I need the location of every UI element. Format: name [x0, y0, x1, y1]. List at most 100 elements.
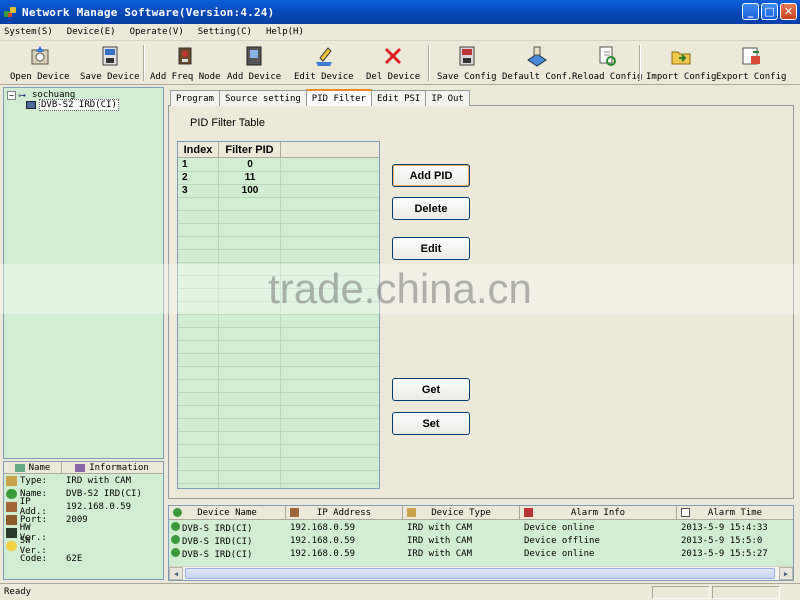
table-row[interactable]: 2 11	[178, 172, 281, 185]
device-tree: − ⊶ sochuang DVB-S2 IRD(CI)	[3, 87, 164, 459]
add-pid-button[interactable]: Add PID	[392, 164, 470, 187]
info-information-header[interactable]: Information	[62, 462, 162, 474]
status-text: Ready	[4, 587, 32, 597]
info-row-ip: IP Add.: 192.168.0.59	[6, 497, 131, 517]
filter-pid-column-header[interactable]: Filter PID	[219, 142, 281, 158]
info-row-code: Code: 62E	[20, 553, 83, 564]
device-name-header[interactable]: Device Name	[169, 506, 286, 520]
grid-line	[178, 353, 379, 354]
menu-bar: System(S) Device(E) Operate(V) Setting(C…	[0, 24, 800, 41]
edit-device-button[interactable]: Edit Device	[294, 43, 354, 83]
tree-device-node[interactable]: DVB-S2 IRD(CI)	[26, 99, 119, 111]
open-device-icon	[27, 43, 53, 69]
grid-line	[178, 444, 379, 445]
ip-address-header[interactable]: IP Address	[286, 506, 403, 520]
info-row-type: Type: IRD with CAM	[6, 474, 131, 487]
info-row-sw-version: SW Ver.:	[6, 536, 66, 556]
tab-ip-out[interactable]: IP Out	[425, 90, 470, 106]
tab-edit-psi[interactable]: Edit PSI	[370, 90, 427, 106]
grid-line	[178, 418, 379, 419]
grid-line	[178, 210, 379, 211]
close-button[interactable]: ✕	[780, 3, 797, 20]
scrollbar-thumb[interactable]	[185, 568, 775, 579]
import-config-button[interactable]: Import Config	[646, 43, 716, 83]
grid-line	[178, 457, 379, 458]
grid-line	[178, 340, 379, 341]
menu-operate[interactable]: Operate(V)	[130, 27, 184, 37]
set-button[interactable]: Set	[392, 412, 470, 435]
device-type-header[interactable]: Device Type	[403, 506, 520, 520]
delete-button[interactable]: Delete	[392, 197, 470, 220]
default-config-button[interactable]: Default Conf.	[502, 43, 572, 83]
grid-line	[178, 366, 379, 367]
alarm-info-header[interactable]: Alarm Info	[520, 506, 677, 520]
grid-line	[178, 301, 379, 302]
add-device-button[interactable]: Add Device	[227, 43, 281, 83]
list-item[interactable]: DVB-S IRD(CI) 192.168.0.59 IRD with CAM …	[169, 547, 793, 560]
export-config-button[interactable]: Export Config	[716, 43, 786, 83]
grid-line	[178, 223, 379, 224]
device-node-icon	[26, 101, 36, 109]
add-freq-node-button[interactable]: Add Freq Node	[150, 43, 220, 83]
minimize-button[interactable]: _	[742, 3, 759, 20]
table-row[interactable]: 3 100	[178, 185, 281, 198]
grid-line	[178, 405, 379, 406]
grid-line	[178, 288, 379, 289]
horizontal-scrollbar[interactable]: ◀ ▶	[169, 566, 793, 580]
scroll-right-button[interactable]: ▶	[779, 567, 793, 580]
pid-filter-table[interactable]: Index Filter PID 1 0 2 11 3 100	[177, 141, 380, 489]
ip-address-icon	[6, 501, 17, 512]
menu-help[interactable]: Help(H)	[266, 27, 304, 37]
get-button[interactable]: Get	[392, 378, 470, 401]
device-info-panel: Name Information Type: IRD with CAM Name…	[3, 461, 164, 580]
save-config-icon	[454, 43, 480, 69]
save-device-button[interactable]: Save Device	[80, 43, 140, 83]
alarm-info-icon	[524, 508, 533, 517]
list-item[interactable]: DVB-S IRD(CI) 192.168.0.59 IRD with CAM …	[169, 534, 793, 547]
grid-line	[178, 392, 379, 393]
status-bar: Ready	[0, 583, 800, 600]
menu-device[interactable]: Device(E)	[67, 27, 116, 37]
grid-line	[178, 327, 379, 328]
alarm-time-header[interactable]: Alarm Time	[677, 506, 793, 520]
collapse-toggle[interactable]: −	[7, 90, 16, 100]
device-online-icon	[171, 547, 180, 557]
grid-line	[178, 275, 379, 276]
pid-filter-title: PID Filter Table	[190, 117, 265, 129]
device-alarm-list: Device Name IP Address Device Type Alarm…	[168, 505, 794, 581]
add-freq-node-icon	[172, 43, 198, 69]
device-offline-icon	[171, 534, 180, 544]
tab-strip: Program Source setting PID Filter Edit P…	[170, 89, 470, 106]
del-device-button[interactable]: Del Device	[366, 43, 420, 83]
save-config-button[interactable]: Save Config	[437, 43, 497, 83]
tab-pid-filter[interactable]: PID Filter	[305, 89, 372, 106]
tab-program[interactable]: Program	[170, 90, 220, 106]
toolbar: Open Device Save Device Add Freq Node Ad…	[0, 41, 800, 85]
list-item[interactable]: DVB-S IRD(CI) 192.168.0.59 IRD with CAM …	[169, 521, 793, 534]
maximize-button[interactable]: □	[761, 3, 778, 20]
tab-source-setting[interactable]: Source setting	[218, 90, 307, 106]
grid-line	[178, 314, 379, 315]
export-config-icon	[738, 43, 764, 69]
grid-line	[178, 262, 379, 263]
table-row[interactable]: 1 0	[178, 159, 281, 172]
grid-line	[178, 483, 379, 484]
index-column-header[interactable]: Index	[178, 142, 219, 158]
reload-config-icon	[594, 43, 620, 69]
device-name-icon	[173, 508, 182, 517]
ip-address-header-icon	[290, 508, 299, 517]
open-device-button[interactable]: Open Device	[10, 43, 70, 83]
reload-config-button[interactable]: Reload Config	[572, 43, 642, 83]
info-name-header[interactable]: Name	[4, 462, 62, 474]
app-icon	[4, 5, 18, 19]
grid-line	[178, 379, 379, 380]
info-column-icon	[75, 464, 86, 472]
software-bulb-icon	[6, 540, 17, 551]
type-icon	[6, 475, 17, 486]
edit-button[interactable]: Edit	[392, 237, 470, 260]
device-type-icon	[407, 508, 416, 517]
menu-system[interactable]: System(S)	[4, 27, 53, 37]
menu-setting[interactable]: Setting(C)	[198, 27, 252, 37]
scroll-left-button[interactable]: ◀	[169, 567, 183, 580]
delete-x-icon	[380, 43, 406, 69]
